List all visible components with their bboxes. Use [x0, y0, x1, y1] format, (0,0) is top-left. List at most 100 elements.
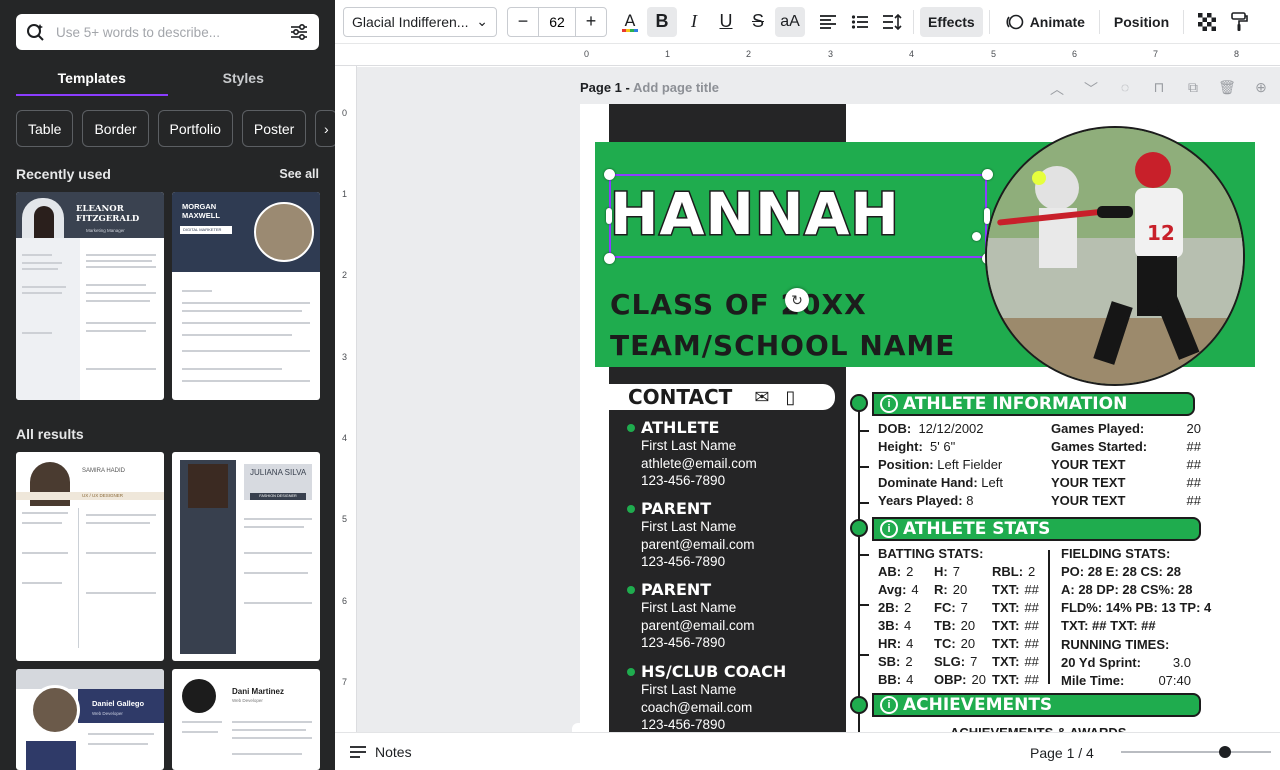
thumb-line — [244, 518, 312, 520]
fielding-row: TXT: ## TXT: ## — [1061, 618, 1156, 633]
selection-box — [609, 174, 987, 258]
info-value: Left — [981, 475, 1003, 490]
batting-row: SB: 2 SLG: 7 TXT: ## — [878, 653, 1046, 671]
stat-key: SLG: — [934, 654, 966, 669]
template-thumbnail[interactable]: JULIANA SILVA FASHION DESIGNER — [172, 452, 320, 661]
italic-button[interactable]: I — [679, 7, 709, 37]
filter-sliders-icon[interactable] — [289, 22, 309, 42]
running-value: 3.0 — [1172, 655, 1191, 670]
list-button[interactable] — [845, 7, 875, 37]
increase-font-size-button[interactable]: + — [576, 8, 606, 36]
resize-handle[interactable] — [604, 253, 615, 264]
team-name-text[interactable]: TEAM/SCHOOL NAME — [610, 329, 955, 362]
ruler-number: 4 — [342, 433, 348, 443]
top-toolbar: Glacial Indifferen... ⌄ − 62 + A B I U S… — [335, 0, 1280, 44]
bullet-dot — [627, 585, 635, 594]
magic-search-icon — [27, 24, 44, 41]
running-key: Mile Time: — [1061, 673, 1125, 688]
timeline-node — [850, 696, 868, 714]
template-thumbnail[interactable]: MORGAN MAXWELL DIGITAL MARKETER — [172, 192, 320, 400]
page-title-row: Page 1 - Add page title — [580, 80, 719, 95]
move-down-icon[interactable]: ﹀ — [1081, 79, 1101, 99]
align-button[interactable] — [813, 7, 843, 37]
move-up-icon[interactable]: ︿ — [1047, 79, 1067, 99]
resize-handle[interactable] — [982, 169, 993, 180]
decrease-font-size-button[interactable]: − — [508, 8, 538, 36]
spacing-button[interactable] — [877, 7, 907, 37]
case-button[interactable]: aA — [775, 6, 805, 37]
stat-cell: TXT: ## — [992, 671, 1046, 689]
template-thumbnail[interactable]: ELEANOR FITZGERALD Marketing Manager — [16, 192, 164, 400]
timeline-node — [850, 394, 868, 412]
notes-button[interactable]: Notes — [349, 744, 412, 760]
see-all-link[interactable]: See all — [279, 167, 319, 181]
thumb-line — [232, 737, 312, 739]
underline-button[interactable]: U — [711, 7, 741, 37]
ruler-number: 2 — [746, 49, 752, 59]
template-search[interactable]: Use 5+ words to describe... — [16, 14, 319, 50]
thumb-line — [182, 731, 218, 733]
resize-handle[interactable] — [604, 169, 615, 180]
athlete-stats-header: i ATHLETE STATS — [872, 517, 1201, 541]
thumb-line — [86, 254, 156, 256]
bold-button[interactable]: B — [647, 6, 677, 37]
chip-portfolio[interactable]: Portfolio — [157, 110, 233, 147]
info-key: Position: — [878, 457, 934, 472]
align-left-icon — [820, 14, 836, 29]
tab-styles[interactable]: Styles — [168, 60, 320, 96]
add-page-title[interactable]: Add page title — [633, 80, 719, 95]
animate-button[interactable]: Animate — [996, 7, 1093, 37]
template-thumbnail[interactable]: SAMIRA HADID UX / UX DESIGNER — [16, 452, 164, 661]
font-family-dropdown[interactable]: Glacial Indifferen... ⌄ — [343, 6, 497, 37]
stat-value: 7 — [952, 564, 960, 579]
achievements-subtitle: ACHIEVEMENTS & AWARDS — [950, 724, 1126, 732]
add-page-icon[interactable]: ⊕ — [1251, 79, 1271, 99]
zoom-slider-knob[interactable] — [1219, 746, 1231, 758]
avatar — [188, 464, 228, 508]
batting-row: 3B: 4 TB: 20 TXT: ## — [878, 617, 1046, 635]
effects-button[interactable]: Effects — [920, 6, 983, 37]
transparency-button[interactable] — [1192, 7, 1222, 37]
tab-templates[interactable]: Templates — [16, 60, 168, 96]
strikethrough-button[interactable]: S — [743, 7, 773, 37]
chips-next-button[interactable]: › — [315, 110, 335, 147]
bullet-list-icon — [851, 14, 868, 29]
athlete-photo[interactable]: 12 — [985, 126, 1245, 386]
hide-page-icon[interactable]: ◌ — [1115, 79, 1135, 99]
class-of-text[interactable]: CLASS OF 20XX — [610, 288, 867, 321]
position-button[interactable]: Position — [1106, 7, 1177, 37]
stat-value: ## — [1024, 618, 1039, 633]
chip-table[interactable]: Table — [16, 110, 74, 147]
thumb-name: MORGAN MAXWELL — [182, 202, 220, 220]
chip-poster[interactable]: Poster — [241, 110, 307, 147]
rotate-anchor[interactable] — [972, 232, 981, 241]
ruler-number: 6 — [1072, 49, 1078, 59]
font-size-value[interactable]: 62 — [538, 7, 576, 36]
copy-style-button[interactable] — [1224, 7, 1254, 37]
svg-text:12: 12 — [1147, 221, 1175, 245]
template-thumbnail[interactable]: Dani Martinez Web Developer — [172, 669, 320, 770]
search-placeholder[interactable]: Use 5+ words to describe... — [56, 25, 289, 40]
stat-key: RBL: — [992, 564, 1024, 579]
info-key: YOUR TEXT — [1051, 457, 1126, 472]
text-color-button[interactable]: A — [615, 7, 645, 37]
zoom-slider[interactable] — [1121, 751, 1271, 753]
canvas-area: Page 1 - Add page title ︿ ﹀ ◌ ⊓ ⧉ 🗑 ⊕ HA… — [357, 67, 1280, 732]
lock-icon[interactable]: ⊓ — [1149, 79, 1169, 99]
stat-key: OBP: — [934, 672, 967, 687]
stat-value: 7 — [960, 600, 968, 615]
design-page[interactable]: HANNAH CLASS OF 20XX TEAM/SCHOOL NAME ↻ — [580, 104, 1280, 732]
rotate-button[interactable]: ↻ — [785, 288, 809, 312]
resize-handle[interactable] — [606, 208, 612, 224]
section-title: ACHIEVEMENTS — [903, 695, 1053, 715]
delete-page-icon[interactable]: 🗑 — [1217, 79, 1237, 99]
category-chips: Table Border Portfolio Poster › — [16, 110, 335, 147]
info-row: DOB: 12/12/2002 — [878, 420, 1003, 438]
section-timeline — [858, 402, 860, 732]
duplicate-page-icon[interactable]: ⧉ — [1183, 79, 1203, 99]
page-indicator[interactable]: Page 1 / 4 — [1030, 745, 1094, 761]
template-thumbnail[interactable]: Daniel Gallego Web Developer — [16, 669, 164, 770]
chip-border[interactable]: Border — [82, 110, 149, 147]
text-color-icon: A — [622, 11, 638, 32]
stat-key: H: — [934, 564, 948, 579]
